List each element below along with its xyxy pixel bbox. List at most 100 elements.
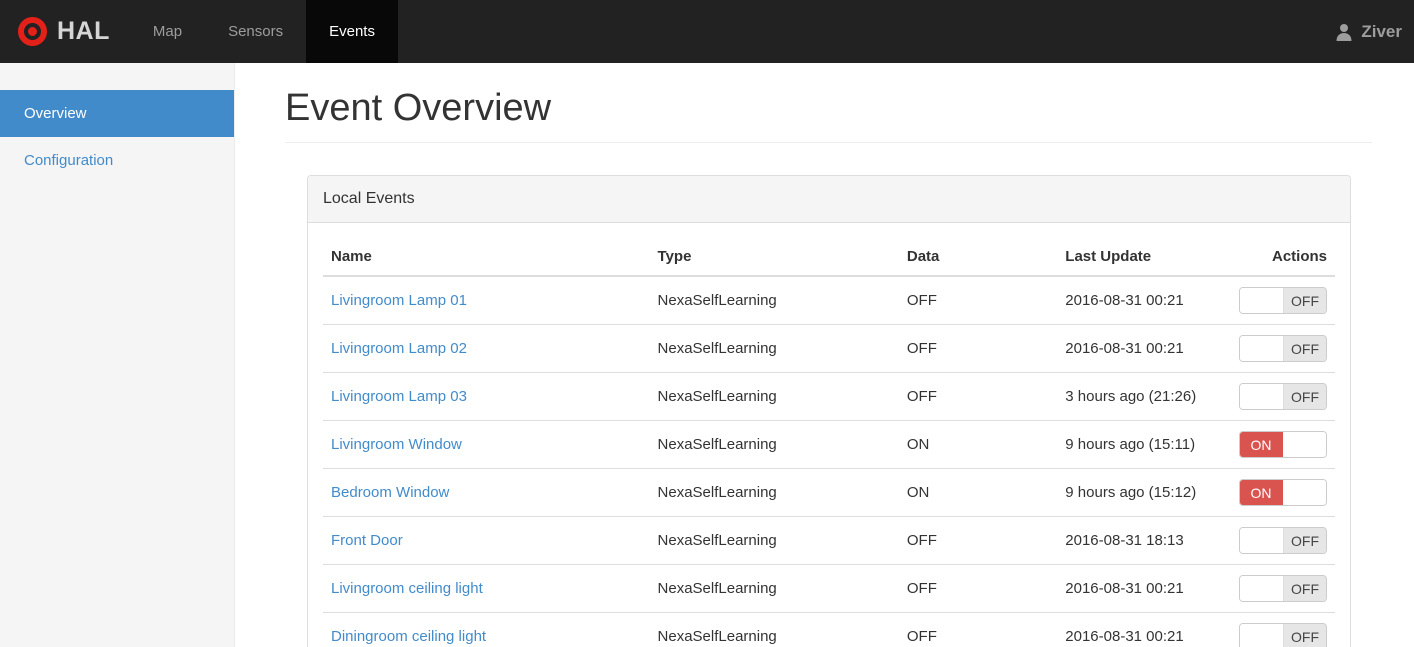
event-link[interactable]: Diningroom ceiling light bbox=[331, 628, 486, 645]
toggle-handle bbox=[1283, 432, 1326, 457]
user-name: Ziver bbox=[1361, 21, 1402, 41]
event-last-update-cell: 2016-08-31 00:21 bbox=[1057, 612, 1231, 647]
column-header-last-update: Last Update bbox=[1057, 238, 1231, 277]
page-title: Event Overview bbox=[285, 87, 1372, 143]
event-type-cell: NexaSelfLearning bbox=[649, 516, 899, 565]
toggle-handle bbox=[1240, 528, 1283, 553]
event-actions-cell: OFF bbox=[1230, 276, 1335, 325]
toggle-on-label: ON bbox=[1240, 480, 1283, 505]
toggle-switch[interactable]: OFF bbox=[1239, 287, 1327, 314]
toggle-switch[interactable]: ON bbox=[1239, 431, 1327, 458]
event-type-cell: NexaSelfLearning bbox=[649, 420, 899, 469]
table-row: Livingroom Lamp 01 NexaSelfLearning OFF 201… bbox=[323, 276, 1335, 325]
panel-title: Local Events bbox=[308, 176, 1350, 223]
toggle-off-label: OFF bbox=[1283, 576, 1326, 601]
toggle-switch[interactable]: OFF bbox=[1239, 527, 1327, 554]
local-events-panel: Local Events Name Type Data Last Update … bbox=[307, 175, 1351, 647]
table-row: Diningroom ceiling light NexaSelfLearning… bbox=[323, 612, 1335, 647]
person-icon bbox=[1334, 22, 1354, 42]
table-row: Livingroom ceiling light NexaSelfLearning… bbox=[323, 564, 1335, 613]
table-row: Livingroom Window NexaSelfLearning ON 9 hou… bbox=[323, 420, 1335, 469]
event-actions-cell: OFF bbox=[1230, 324, 1335, 373]
sidebar: Overview Configuration bbox=[0, 63, 235, 647]
toggle-handle bbox=[1240, 288, 1283, 313]
event-link[interactable]: Livingroom Window bbox=[331, 436, 462, 453]
event-link[interactable]: Livingroom Lamp 02 bbox=[331, 340, 467, 357]
event-data-cell: ON bbox=[898, 468, 1058, 517]
column-header-name: Name bbox=[323, 238, 650, 277]
event-link[interactable]: Livingroom ceiling light bbox=[331, 580, 483, 597]
bullseye-icon bbox=[18, 17, 47, 46]
toggle-on-label: ON bbox=[1240, 432, 1283, 457]
toggle-handle bbox=[1240, 624, 1283, 647]
column-header-data: Data bbox=[898, 238, 1058, 277]
event-last-update-cell: 3 hours ago (21:26) bbox=[1057, 372, 1231, 421]
event-actions-cell: OFF bbox=[1230, 372, 1335, 421]
event-name-cell: Livingroom Lamp 03 bbox=[323, 372, 650, 421]
event-name-cell: Diningroom ceiling light bbox=[323, 612, 650, 647]
event-actions-cell: OFF bbox=[1230, 612, 1335, 647]
column-header-type: Type bbox=[649, 238, 899, 277]
event-actions-cell: OFF bbox=[1230, 516, 1335, 565]
toggle-handle bbox=[1283, 480, 1326, 505]
event-last-update-cell: 2016-08-31 00:21 bbox=[1057, 564, 1231, 613]
event-link[interactable]: Livingroom Lamp 03 bbox=[331, 388, 467, 405]
brand[interactable]: HAL bbox=[0, 0, 130, 63]
event-actions-cell: ON bbox=[1230, 420, 1335, 469]
event-name-cell: Livingroom ceiling light bbox=[323, 564, 650, 613]
event-last-update-cell: 2016-08-31 00:21 bbox=[1057, 276, 1231, 325]
event-link[interactable]: Bedroom Window bbox=[331, 484, 449, 501]
toggle-switch[interactable]: OFF bbox=[1239, 623, 1327, 647]
events-table: Name Type Data Last Update Actions Livin… bbox=[323, 238, 1335, 647]
table-header-row: Name Type Data Last Update Actions bbox=[323, 238, 1335, 277]
toggle-switch[interactable]: OFF bbox=[1239, 575, 1327, 602]
event-name-cell: Bedroom Window bbox=[323, 468, 650, 517]
column-header-actions: Actions bbox=[1230, 238, 1335, 277]
user-menu[interactable]: Ziver bbox=[1334, 0, 1414, 63]
event-name-cell: Front Door bbox=[323, 516, 650, 565]
toggle-handle bbox=[1240, 336, 1283, 361]
toggle-switch[interactable]: OFF bbox=[1239, 335, 1327, 362]
event-actions-cell: ON bbox=[1230, 468, 1335, 517]
event-data-cell: OFF bbox=[898, 564, 1058, 613]
event-type-cell: NexaSelfLearning bbox=[649, 564, 899, 613]
event-type-cell: NexaSelfLearning bbox=[649, 372, 899, 421]
toggle-switch[interactable]: ON bbox=[1239, 479, 1327, 506]
event-last-update-cell: 9 hours ago (15:12) bbox=[1057, 468, 1231, 517]
brand-label: HAL bbox=[57, 17, 110, 45]
nav-item-sensors[interactable]: Sensors bbox=[205, 0, 306, 63]
event-last-update-cell: 2016-08-31 18:13 bbox=[1057, 516, 1231, 565]
event-type-cell: NexaSelfLearning bbox=[649, 612, 899, 647]
sidebar-item-configuration[interactable]: Configuration bbox=[0, 137, 234, 184]
top-navbar: HAL Map Sensors Events Ziver bbox=[0, 0, 1414, 63]
event-data-cell: OFF bbox=[898, 612, 1058, 647]
main-content: Event Overview Local Events Name Type Da… bbox=[235, 63, 1414, 647]
event-link[interactable]: Front Door bbox=[331, 532, 403, 549]
navbar-menu: Map Sensors Events bbox=[130, 0, 398, 63]
event-type-cell: NexaSelfLearning bbox=[649, 276, 899, 325]
toggle-off-label: OFF bbox=[1283, 336, 1326, 361]
event-data-cell: OFF bbox=[898, 324, 1058, 373]
event-link[interactable]: Livingroom Lamp 01 bbox=[331, 292, 467, 309]
event-last-update-cell: 9 hours ago (15:11) bbox=[1057, 420, 1231, 469]
event-actions-cell: OFF bbox=[1230, 564, 1335, 613]
toggle-switch[interactable]: OFF bbox=[1239, 383, 1327, 410]
table-row: Livingroom Lamp 03 NexaSelfLearning OFF 3 h… bbox=[323, 372, 1335, 421]
nav-item-map[interactable]: Map bbox=[130, 0, 205, 63]
panel-body: Name Type Data Last Update Actions Livin… bbox=[308, 223, 1350, 647]
event-name-cell: Livingroom Window bbox=[323, 420, 650, 469]
nav-item-events[interactable]: Events bbox=[306, 0, 398, 63]
toggle-handle bbox=[1240, 384, 1283, 409]
event-type-cell: NexaSelfLearning bbox=[649, 468, 899, 517]
table-row: Front Door NexaSelfLearning OFF 2016-08-31 … bbox=[323, 516, 1335, 565]
event-data-cell: OFF bbox=[898, 372, 1058, 421]
event-data-cell: ON bbox=[898, 420, 1058, 469]
toggle-handle bbox=[1240, 576, 1283, 601]
table-row: Livingroom Lamp 02 NexaSelfLearning OFF 201… bbox=[323, 324, 1335, 373]
toggle-off-label: OFF bbox=[1283, 288, 1326, 313]
sidebar-item-overview[interactable]: Overview bbox=[0, 90, 234, 137]
event-name-cell: Livingroom Lamp 01 bbox=[323, 276, 650, 325]
event-name-cell: Livingroom Lamp 02 bbox=[323, 324, 650, 373]
toggle-off-label: OFF bbox=[1283, 528, 1326, 553]
toggle-off-label: OFF bbox=[1283, 624, 1326, 647]
